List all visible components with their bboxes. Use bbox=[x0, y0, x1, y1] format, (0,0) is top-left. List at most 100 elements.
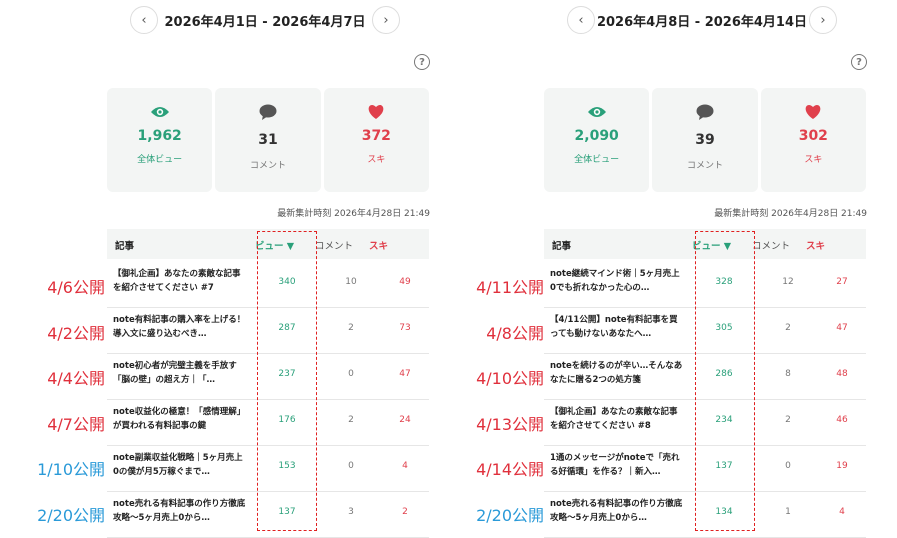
publish-date-label: 4/6公開 bbox=[47, 278, 105, 297]
article-likes: 24 bbox=[399, 415, 411, 425]
article-likes: 73 bbox=[399, 323, 411, 333]
likes-stat-card: 372 スキ bbox=[323, 88, 429, 192]
article-title[interactable]: note収益化の極意！「感情理解」が買われる有料記事の鍵 bbox=[113, 405, 247, 435]
views-stat-card: 1,962 全体ビュー bbox=[107, 88, 213, 192]
article-title[interactable]: note副業収益化戦略｜5ヶ月売上0の僕が月5万稼ぐまで… bbox=[113, 451, 247, 481]
article-comments: 2 bbox=[785, 415, 791, 425]
comments-stat-card: 39 コメント bbox=[652, 88, 758, 192]
views-highlight-box bbox=[257, 231, 317, 531]
speech-bubble-icon bbox=[259, 102, 277, 122]
eye-icon bbox=[587, 102, 607, 122]
last-updated: 最新集計時刻 2026年4月28日 21:49 bbox=[277, 209, 430, 219]
article-title[interactable]: noteを続けるのが辛い…そんなあなたに贈る2つの処方箋 bbox=[550, 359, 684, 389]
heart-icon bbox=[367, 102, 385, 122]
publish-date-label: 4/10公開 bbox=[476, 369, 544, 388]
likes-stat-card: 302 スキ bbox=[760, 88, 866, 192]
publish-date-label: 4/4公開 bbox=[47, 369, 105, 388]
views-highlight-box bbox=[695, 231, 755, 531]
article-comments: 0 bbox=[348, 461, 354, 471]
header-likes[interactable]: スキ bbox=[806, 238, 825, 252]
header-article: 記事 bbox=[552, 241, 572, 252]
help-icon[interactable]: ? bbox=[414, 54, 430, 70]
comments-label: コメント bbox=[249, 161, 286, 171]
summary-stats: 2,090 全体ビュー 39 コメント 302 スキ bbox=[544, 88, 866, 192]
chevron-right-icon: › bbox=[383, 12, 389, 28]
speech-bubble-icon bbox=[696, 102, 714, 122]
article-comments: 0 bbox=[348, 369, 354, 379]
article-likes: 4 bbox=[402, 461, 408, 471]
article-likes: 4 bbox=[839, 507, 845, 517]
views-total: 2,090 bbox=[574, 128, 619, 144]
views-total: 1,962 bbox=[137, 128, 182, 144]
publish-date-label: 4/11公開 bbox=[476, 278, 544, 297]
comments-total: 31 bbox=[258, 132, 278, 148]
prev-week-button[interactable]: ‹ bbox=[567, 6, 595, 34]
date-range: 2026年4月1日 - 2026年4月7日 bbox=[164, 14, 366, 30]
likes-total: 372 bbox=[361, 128, 391, 144]
date-range: 2026年4月8日 - 2026年4月14日 bbox=[596, 14, 808, 30]
comments-total: 39 bbox=[695, 132, 715, 148]
publish-date-label: 4/8公開 bbox=[486, 323, 544, 343]
date-navigator: ‹ 2026年4月1日 - 2026年4月7日 › bbox=[130, 6, 400, 34]
article-title[interactable]: 【御礼企画】あなたの素敵な記事を紹介させてください #8 bbox=[550, 405, 684, 435]
article-likes: 46 bbox=[836, 415, 848, 425]
article-likes: 47 bbox=[836, 323, 848, 333]
article-title[interactable]: note売れる有料記事の作り方徹底攻略〜5ヶ月売上0から… bbox=[550, 497, 684, 527]
publish-date-label: 2/20公開 bbox=[476, 505, 544, 525]
article-title[interactable]: note有料記事の購入率を上げる！導入文に盛り込むべき… bbox=[113, 313, 247, 343]
article-title[interactable]: note初心者が完璧主義を手放す「脳の壁」の超え方｜「… bbox=[113, 359, 247, 389]
next-week-button[interactable]: › bbox=[372, 6, 400, 34]
publish-date-label: 4/13公開 bbox=[476, 414, 544, 434]
publish-date-label: 2/20公開 bbox=[37, 505, 105, 525]
article-likes: 48 bbox=[836, 369, 848, 379]
article-likes: 49 bbox=[399, 277, 411, 287]
header-article: 記事 bbox=[115, 241, 135, 252]
publish-date-label: 4/7公開 bbox=[47, 414, 105, 434]
prev-week-button[interactable]: ‹ bbox=[130, 6, 158, 34]
chevron-left-icon: ‹ bbox=[578, 12, 584, 28]
article-likes: 47 bbox=[399, 369, 411, 379]
help-icon[interactable]: ? bbox=[851, 54, 867, 70]
article-comments: 10 bbox=[345, 277, 357, 287]
chevron-left-icon: ‹ bbox=[141, 12, 147, 28]
article-likes: 27 bbox=[836, 277, 848, 287]
chevron-right-icon: › bbox=[820, 12, 826, 28]
article-comments: 3 bbox=[348, 507, 354, 517]
date-navigator: ‹ 2026年4月8日 - 2026年4月14日 › bbox=[567, 6, 837, 34]
header-likes[interactable]: スキ bbox=[369, 238, 388, 252]
views-label: 全体ビュー bbox=[137, 155, 183, 165]
article-comments: 0 bbox=[785, 461, 791, 471]
likes-label: スキ bbox=[804, 155, 823, 165]
article-comments: 1 bbox=[785, 507, 791, 517]
comments-stat-card: 31 コメント bbox=[215, 88, 321, 192]
views-label: 全体ビュー bbox=[574, 155, 620, 165]
likes-total: 302 bbox=[798, 128, 828, 144]
article-likes: 2 bbox=[402, 507, 408, 517]
article-title[interactable]: 【4/11公開】note有料記事を買っても動けないあなたへ… bbox=[550, 313, 684, 343]
last-updated: 最新集計時刻 2026年4月28日 21:49 bbox=[714, 209, 867, 219]
article-title[interactable]: note売れる有料記事の作り方徹底攻略〜5ヶ月売上0から… bbox=[113, 497, 247, 527]
stats-panel-week2: ‹ 2026年4月8日 - 2026年4月14日 › ? 2,090 全体ビュー… bbox=[527, 0, 867, 538]
article-title[interactable]: note継続マインド術｜5ヶ月売上0でも折れなかった心の… bbox=[550, 267, 684, 297]
header-comments[interactable]: コメント bbox=[752, 238, 790, 252]
article-title[interactable]: 【御礼企画】あなたの素敵な記事を紹介させてください #7 bbox=[113, 267, 247, 297]
publish-date-label: 1/10公開 bbox=[37, 460, 105, 479]
article-comments: 2 bbox=[348, 323, 354, 333]
publish-date-label: 4/14公開 bbox=[476, 460, 544, 479]
publish-date-label: 4/2公開 bbox=[47, 323, 105, 343]
eye-icon bbox=[150, 102, 170, 122]
next-week-button[interactable]: › bbox=[808, 6, 837, 34]
views-stat-card: 2,090 全体ビュー bbox=[544, 88, 650, 192]
header-comments[interactable]: コメント bbox=[315, 238, 353, 252]
article-comments: 8 bbox=[785, 369, 791, 379]
heart-icon bbox=[804, 102, 822, 122]
article-comments: 2 bbox=[785, 323, 791, 333]
summary-stats: 1,962 全体ビュー 31 コメント 372 スキ bbox=[107, 88, 429, 192]
likes-label: スキ bbox=[367, 155, 386, 165]
article-title[interactable]: 1通のメッセージがnoteで「売れる好循環」を作る？｜新入… bbox=[550, 451, 684, 481]
comments-label: コメント bbox=[686, 161, 723, 171]
article-comments: 2 bbox=[348, 415, 354, 425]
article-comments: 12 bbox=[782, 277, 794, 287]
article-likes: 19 bbox=[836, 461, 848, 471]
stats-panel-week1: ‹ 2026年4月1日 - 2026年4月7日 › ? 1,962 全体ビュー … bbox=[90, 0, 430, 538]
